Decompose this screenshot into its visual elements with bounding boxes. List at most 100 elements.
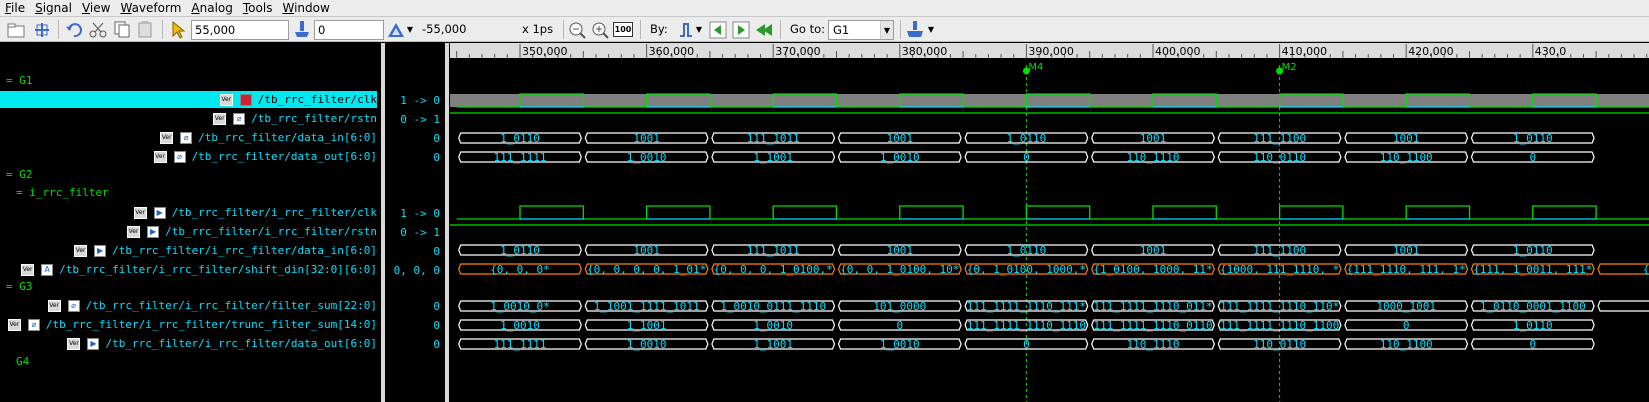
signal-row-i-data-out[interactable]: Ver ▶ /tb_rrc_filter/i_rrc_filter/data_o… (0, 335, 377, 352)
shift-din-bus-value: {0, 1_0100, 1000,* (967, 263, 1086, 276)
menu-waveform[interactable]: Waveform (115, 0, 186, 16)
next-icon[interactable] (731, 19, 751, 40)
signal-row-filter-sum[interactable]: Ver ⌀ /tb_rrc_filter/i_rrc_filter/filter… (0, 297, 377, 314)
data-out-bus-value: 1_1001 (753, 151, 793, 164)
trunc-filter-sum-bus-value: 111_1111_1110_1100 (1220, 319, 1339, 332)
toolbar-separator (900, 20, 901, 39)
toolbar-separator (640, 20, 641, 39)
filter-sum-bus-value: 1_0110_0001_1100 (1480, 300, 1586, 313)
pane-splitter[interactable] (445, 43, 449, 402)
toolbar: ▼ -55,000 x 1ps 100 By: ▼ Go to: G1 ▼ ▼ (0, 17, 1649, 42)
port-in-icon: ▶ (94, 244, 107, 257)
menu-view[interactable]: View (77, 0, 115, 16)
zoom-fit-icon[interactable]: 100 (612, 19, 634, 40)
signal-row-i-data-in[interactable]: Ver ▶ /tb_rrc_filter/i_rrc_filter/data_i… (0, 242, 377, 259)
menu-tools[interactable]: Tools (238, 0, 278, 16)
ruler-label: 410,000 (1282, 45, 1328, 58)
group-g2[interactable]: = G2 (6, 168, 33, 181)
i-data-out-bus-value: 111_1111 (494, 338, 547, 351)
menu-analog[interactable]: Analog (186, 0, 237, 16)
shift-din-bus-segment (1597, 263, 1649, 275)
menu-signal[interactable]: Signal (30, 0, 77, 16)
prev-icon[interactable] (708, 19, 728, 40)
zoom-value-input[interactable] (314, 20, 384, 40)
i-data-in-bus-value: 1_0110 (500, 244, 540, 257)
signal-row-trunc-filter-sum[interactable]: Ver ⌀ /tb_rrc_filter/i_rrc_filter/trunc_… (0, 316, 377, 333)
signal-row-i-rstn[interactable]: Ver ▶ /tb_rrc_filter/i_rrc_filter/rstn (0, 223, 377, 240)
signal-names-panel: = G1 Ver /tb_rrc_filter/clk Ver ⌀ /tb_rr… (0, 43, 381, 402)
chevron-down-icon[interactable]: ▼ (694, 19, 704, 40)
group-g1[interactable]: = G1 (6, 74, 33, 87)
scope-i-rrc-filter[interactable]: = i_rrc_filter (16, 186, 109, 199)
signal-name: /tb_rrc_filter/i_rrc_filter/filter_sum[2… (85, 299, 377, 312)
filter-sum-bus-value: 1000_1001 (1376, 300, 1436, 313)
copy-icon[interactable] (112, 19, 132, 40)
signal-type-icon: ⌀ (173, 150, 186, 163)
ruler-label: 350,000 (522, 45, 568, 58)
cursor-time-input[interactable] (191, 20, 289, 40)
port-out-icon: ▶ (87, 337, 100, 350)
probe-icon[interactable] (292, 19, 312, 40)
goto-select[interactable]: G1 ▼ (828, 20, 894, 40)
pointer-icon[interactable] (168, 19, 188, 40)
data-out-bus-value: 0 (1023, 151, 1030, 164)
group-g3[interactable]: = G3 (6, 280, 33, 293)
add-icon[interactable] (32, 19, 52, 40)
i-data-out-bus-value: 1_1001 (753, 338, 793, 351)
zoom-100-label: 100 (612, 22, 634, 37)
group-g4[interactable]: G4 (16, 355, 29, 368)
verilog-badge-icon: Ver (153, 150, 167, 163)
signal-row-rstn[interactable]: Ver ⌀ /tb_rrc_filter/rstn (0, 110, 377, 127)
open-icon[interactable] (6, 19, 26, 40)
trunc-filter-sum-bus-value: 1_1001 (627, 319, 667, 332)
signal-value: 0, 0, 0 (393, 264, 440, 277)
verilog-badge-icon: Ver (47, 299, 61, 312)
waveform-panel[interactable]: 350,000 360,000 370,000 380,000 390,000 400,0… (450, 43, 1649, 402)
verilog-badge-icon: Ver (133, 206, 147, 219)
data-in-bus-value: 1001 (1140, 132, 1167, 145)
signal-row-data-in[interactable]: Ver ⌀ /tb_rrc_filter/data_in[6:0] (0, 129, 377, 146)
paste-icon[interactable] (136, 19, 156, 40)
cut-icon[interactable] (88, 19, 108, 40)
signal-row-i-clk[interactable]: Ver ▶ /tb_rrc_filter/i_rrc_filter/clk (0, 204, 377, 221)
ruler-label: 430,0 (1535, 45, 1567, 58)
waveform-canvas: 350,000 360,000 370,000 380,000 390,000 400,0… (450, 43, 1649, 402)
zoom-in-icon[interactable] (590, 19, 610, 40)
first-icon[interactable] (754, 19, 774, 40)
filter-sum-bus-segment (1597, 300, 1649, 312)
shift-din-bus-value: {1_0100, 1000, 11* (1093, 263, 1212, 276)
by-label: By: (650, 22, 668, 36)
signal-row-data-out[interactable]: Ver ⌀ /tb_rrc_filter/data_out[6:0] (0, 148, 377, 165)
shift-din-bus-value: {0, 0, 1_0100, 10* (840, 263, 959, 276)
array-icon: A (41, 263, 54, 276)
delta-icon[interactable] (386, 19, 406, 40)
data-in-bus-value: 1001 (887, 132, 914, 145)
filter-sum-bus-value: 101_0000 (873, 300, 926, 313)
signal-value: 0 (433, 132, 440, 145)
data-in-bus-value: 111_1011 (747, 132, 800, 145)
verilog-badge-icon: Ver (67, 337, 81, 350)
ruler-label: 400,000 (1155, 45, 1201, 58)
data-out-bus-value: 110_1110 (1127, 151, 1180, 164)
chevron-down-icon[interactable]: ▼ (926, 19, 936, 40)
ruler-label: 390,000 (1028, 45, 1074, 58)
data-in-bus-value: 111_1100 (1253, 132, 1306, 145)
marker-icon[interactable] (905, 19, 925, 40)
menu-file[interactable]: File (0, 0, 30, 16)
toolbar-separator (563, 20, 564, 39)
signal-value: 1 -> 0 (400, 207, 440, 220)
signal-row-shift-din[interactable]: Ver A /tb_rrc_filter/i_rrc_filter/shift_… (0, 261, 377, 278)
ruler-label: 420,000 (1408, 45, 1454, 58)
signal-row-clk[interactable]: Ver /tb_rrc_filter/clk (0, 91, 377, 108)
data-out-bus-value: 110_0110 (1253, 151, 1306, 164)
zoom-out-icon[interactable] (567, 19, 587, 40)
menu-window[interactable]: Window (277, 0, 334, 16)
signal-name: /tb_rrc_filter/i_rrc_filter/data_in[6:0] (112, 244, 377, 257)
filter-sum-bus-value: 111_1111_1110_111* (967, 300, 1086, 313)
trunc-filter-sum-bus-value: 0 (1403, 319, 1410, 332)
i-clk-wave (456, 205, 1649, 220)
toolbar-separator (58, 20, 59, 39)
undo-icon[interactable] (64, 19, 84, 40)
chevron-down-icon[interactable]: ▼ (405, 19, 415, 40)
search-edge-icon[interactable] (676, 19, 696, 40)
